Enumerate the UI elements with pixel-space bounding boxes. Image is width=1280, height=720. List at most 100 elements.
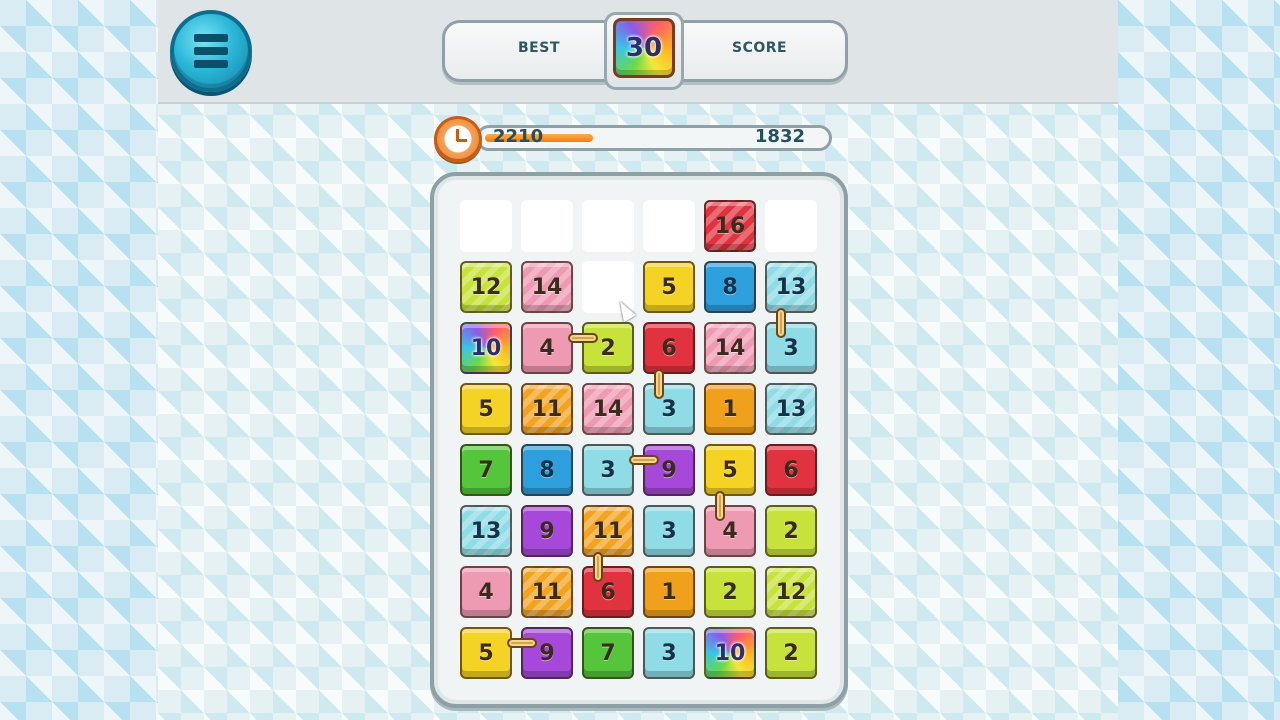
number-tile[interactable]: 5	[704, 444, 756, 496]
number-tile[interactable]: 3	[643, 383, 695, 435]
goal-tile: 30	[613, 18, 675, 78]
background-left	[0, 0, 158, 720]
number-tile[interactable]: 14	[582, 383, 634, 435]
number-tile[interactable]: 6	[643, 322, 695, 374]
tile-number: 3	[783, 335, 799, 361]
number-tile[interactable]: 3	[765, 322, 817, 374]
number-tile[interactable]: 5	[460, 383, 512, 435]
tile-number: 16	[714, 213, 746, 239]
tile-number: 10	[470, 335, 502, 361]
timer-bar: 2210 1832	[476, 125, 832, 151]
tile-number: 9	[539, 518, 555, 544]
number-tile[interactable]: 9	[643, 444, 695, 496]
tile-number: 10	[714, 640, 746, 666]
tile-number: 12	[775, 579, 807, 605]
tile-number: 9	[661, 457, 677, 483]
number-tile[interactable]: 3	[643, 627, 695, 679]
empty-cell[interactable]	[582, 200, 634, 252]
tile-number: 7	[478, 457, 494, 483]
number-tile[interactable]: 14	[704, 322, 756, 374]
tile-number: 6	[600, 579, 616, 605]
tile-number: 2	[783, 518, 799, 544]
tile-number: 2	[600, 335, 616, 361]
number-tile[interactable]: 13	[460, 505, 512, 557]
number-tile[interactable]: 6	[765, 444, 817, 496]
chain-link-icon	[593, 552, 603, 582]
tile-number: 9	[539, 640, 555, 666]
number-tile[interactable]: 2	[765, 505, 817, 557]
number-tile[interactable]: 1	[643, 566, 695, 618]
number-tile[interactable]: 4	[704, 505, 756, 557]
tile-number: 1	[722, 396, 738, 422]
number-tile[interactable]: 11	[521, 566, 573, 618]
number-tile[interactable]: 11	[582, 505, 634, 557]
hamburger-menu-icon	[194, 34, 228, 68]
tile-number: 8	[722, 274, 738, 300]
number-tile[interactable]: 5	[643, 261, 695, 313]
empty-cell[interactable]	[643, 200, 695, 252]
tile-number: 5	[722, 457, 738, 483]
empty-cell[interactable]	[765, 200, 817, 252]
tile-number: 3	[661, 396, 677, 422]
tile-number: 7	[600, 640, 616, 666]
game-board: 16 12 14 5 8 13 10 4 2 6 14 3 5 11 14 3 1 13 7 8 3 9 5 6 13 9 11 3 4…	[430, 172, 848, 708]
tile-number: 11	[531, 396, 563, 422]
background-right	[1118, 0, 1280, 720]
number-tile[interactable]: 12	[765, 566, 817, 618]
timer-left-value: 2210	[493, 126, 544, 147]
tile-number: 13	[775, 396, 807, 422]
number-tile[interactable]: 14	[521, 261, 573, 313]
number-tile[interactable]: 10	[460, 322, 512, 374]
tile-number: 5	[661, 274, 677, 300]
tile-number: 5	[478, 396, 494, 422]
number-tile[interactable]: 11	[521, 383, 573, 435]
tile-number: 8	[539, 457, 555, 483]
tile-number: 6	[661, 335, 677, 361]
number-tile[interactable]: 7	[582, 627, 634, 679]
tile-number: 3	[661, 518, 677, 544]
number-tile[interactable]: 8	[521, 444, 573, 496]
tile-number: 6	[783, 457, 799, 483]
menu-button[interactable]	[170, 10, 252, 92]
number-tile[interactable]: 5	[460, 627, 512, 679]
chain-link-icon	[568, 333, 598, 343]
tile-number: 14	[531, 274, 563, 300]
tile-number: 13	[470, 518, 502, 544]
tile-number: 14	[714, 335, 746, 361]
number-tile[interactable]: 7	[460, 444, 512, 496]
tile-number: 3	[600, 457, 616, 483]
empty-cell[interactable]	[460, 200, 512, 252]
number-tile[interactable]: 9	[521, 505, 573, 557]
best-label: BEST	[518, 40, 560, 56]
number-tile[interactable]: 1	[704, 383, 756, 435]
number-tile[interactable]: 16	[704, 200, 756, 252]
score-label: SCORE	[732, 40, 788, 56]
number-tile[interactable]: 4	[460, 566, 512, 618]
number-tile[interactable]: 4	[521, 322, 573, 374]
tile-number: 3	[661, 640, 677, 666]
tile-number: 4	[722, 518, 738, 544]
number-tile[interactable]: 12	[460, 261, 512, 313]
chain-link-icon	[715, 491, 725, 521]
number-tile[interactable]: 3	[643, 505, 695, 557]
number-tile[interactable]: 9	[521, 627, 573, 679]
tile-number: 2	[783, 640, 799, 666]
number-tile[interactable]: 6	[582, 566, 634, 618]
number-tile[interactable]: 2	[582, 322, 634, 374]
goal-value: 30	[625, 33, 663, 63]
number-tile[interactable]: 3	[582, 444, 634, 496]
tile-number: 11	[531, 579, 563, 605]
tile-number: 13	[775, 274, 807, 300]
number-tile[interactable]: 8	[704, 261, 756, 313]
number-tile[interactable]: 10	[704, 627, 756, 679]
chain-link-icon	[776, 308, 786, 338]
tile-number: 14	[592, 396, 624, 422]
empty-cell[interactable]	[521, 200, 573, 252]
chain-link-icon	[654, 369, 664, 399]
chain-link-icon	[507, 638, 537, 648]
number-tile[interactable]: 13	[765, 261, 817, 313]
number-tile[interactable]: 2	[704, 566, 756, 618]
tile-number: 1	[661, 579, 677, 605]
number-tile[interactable]: 2	[765, 627, 817, 679]
number-tile[interactable]: 13	[765, 383, 817, 435]
